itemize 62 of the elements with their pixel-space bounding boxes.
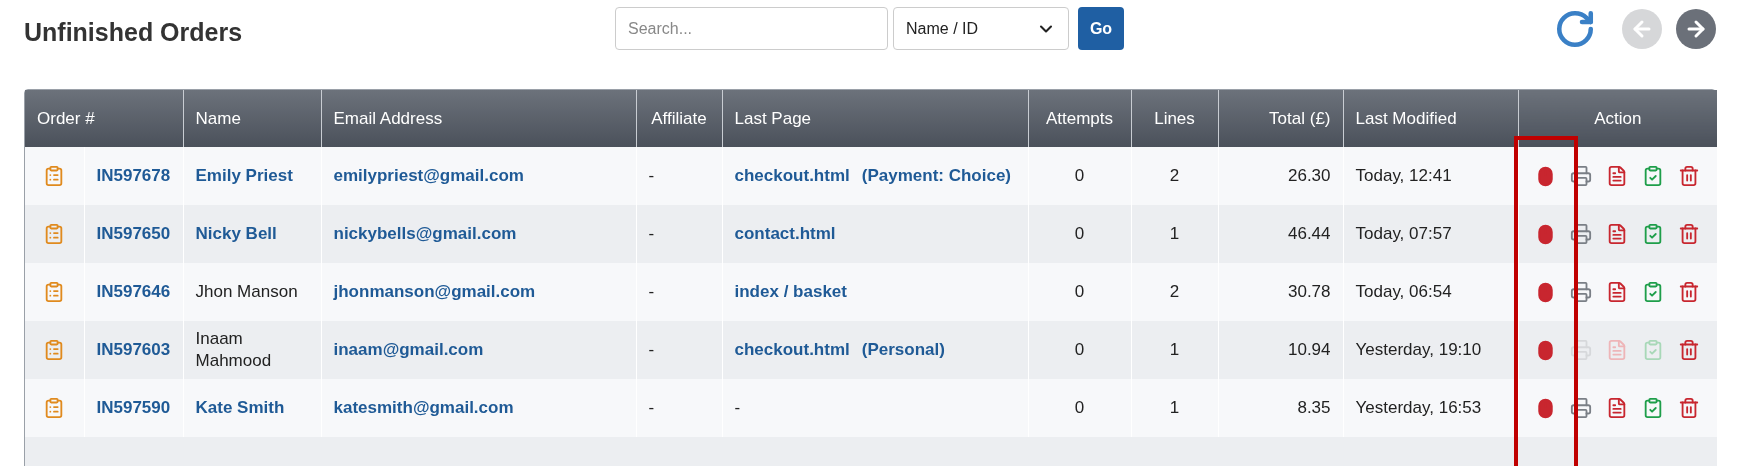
modified-text: Yesterday, 19:10: [1355, 340, 1482, 359]
go-button[interactable]: Go: [1078, 7, 1124, 50]
order-link[interactable]: IN597603: [96, 340, 171, 359]
affiliate-text: -: [648, 166, 655, 185]
last-page-text: -: [734, 398, 741, 417]
order-link[interactable]: IN597646: [96, 282, 171, 301]
printer-icon[interactable]: [1570, 165, 1593, 187]
printer-icon[interactable]: [1570, 281, 1593, 303]
attempts-text: 0: [1074, 398, 1085, 417]
affiliate-text: -: [648, 282, 655, 301]
lines-text: 1: [1169, 340, 1180, 359]
name-text: Inaam Mahmood: [195, 329, 272, 370]
name-link[interactable]: Kate Smith: [195, 398, 285, 417]
trash-icon[interactable]: [1678, 397, 1701, 419]
total-text: 10.94: [1287, 340, 1331, 359]
attempts-text: 0: [1074, 224, 1085, 243]
forward-button[interactable]: [1676, 9, 1716, 49]
order-link[interactable]: IN597678: [96, 166, 171, 185]
filter-dropdown[interactable]: Name / ID: [893, 7, 1069, 50]
name-link[interactable]: Nicky Bell: [195, 224, 277, 243]
last-page-note: (Personal): [861, 340, 945, 359]
attempts-text: 0: [1074, 166, 1085, 185]
total-text: 46.44: [1287, 224, 1331, 243]
lines-text: 2: [1169, 166, 1180, 185]
order-link[interactable]: IN597650: [96, 224, 171, 243]
name-text: Jhon Manson: [195, 282, 298, 301]
affiliate-text: -: [648, 224, 655, 243]
email-link[interactable]: nickybells@gmail.com: [333, 224, 517, 243]
printer-icon[interactable]: [1570, 397, 1593, 419]
page-title: Unfinished Orders: [24, 17, 244, 48]
email-link[interactable]: emilypriest@gmail.com: [333, 166, 524, 185]
lines-text: 1: [1169, 224, 1180, 243]
modified-text: Yesterday, 16:53: [1355, 398, 1482, 417]
attempts-text: 0: [1074, 340, 1085, 359]
total-text: 30.78: [1287, 282, 1331, 301]
column-header: Action: [1518, 90, 1717, 147]
last-page-link[interactable]: index / basket: [734, 282, 847, 301]
total-text: 8.35: [1297, 398, 1331, 417]
email-link[interactable]: inaam@gmail.com: [333, 340, 484, 359]
email-link[interactable]: jhonmanson@gmail.com: [333, 282, 536, 301]
last-page-link[interactable]: checkout.html: [734, 340, 850, 359]
refresh-icon[interactable]: [1554, 8, 1596, 50]
trash-icon[interactable]: [1678, 165, 1701, 187]
modified-text: Today, 12:41: [1355, 166, 1452, 185]
lines-text: 2: [1169, 282, 1180, 301]
search-field[interactable]: Search...: [615, 7, 888, 50]
printer-icon[interactable]: [1570, 223, 1593, 245]
email-link[interactable]: katesmith@gmail.com: [333, 398, 514, 417]
last-page-link[interactable]: checkout.html: [734, 166, 850, 185]
modified-text: Today, 06:54: [1355, 282, 1452, 301]
order-link[interactable]: IN597590: [96, 398, 171, 417]
lines-text: 1: [1169, 398, 1180, 417]
name-link[interactable]: Emily Priest: [195, 166, 293, 185]
trash-icon[interactable]: [1678, 223, 1701, 245]
last-page-note: (Payment: Choice): [861, 166, 1011, 185]
last-page-link[interactable]: contact.html: [734, 224, 836, 243]
trash-icon[interactable]: [1678, 281, 1701, 303]
modified-text: Today, 07:57: [1355, 224, 1452, 243]
affiliate-text: -: [648, 340, 655, 359]
affiliate-text: -: [648, 398, 655, 417]
attempts-text: 0: [1074, 282, 1085, 301]
total-text: 26.30: [1287, 166, 1331, 185]
